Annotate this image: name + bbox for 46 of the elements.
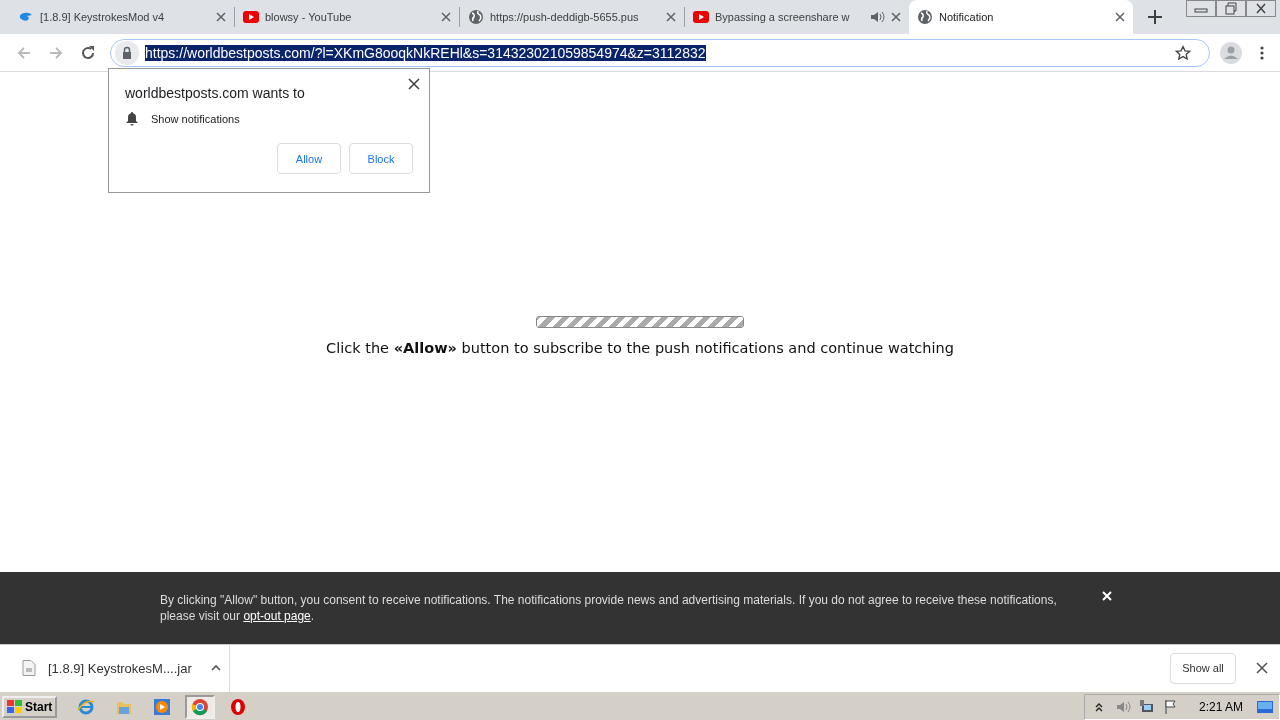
show-all-button[interactable]: Show all [1170,652,1236,684]
youtube-icon [243,9,259,25]
tab-title: https://push-deddigb-5655.pus [490,11,640,23]
popup-button[interactable]: Allow [277,143,341,174]
instruction-text: Click the «Allow» button to subscribe to the push notifications and continue watching [326,340,954,356]
url-text: https://worldbestposts.com/?l=XKmG8ooqkNkREHl&s=314323021059854974&z=3112832 [145,44,707,61]
permission-text: Show notifications [151,113,240,125]
start-button[interactable]: Start [2,695,58,718]
star-icon[interactable] [1175,44,1191,61]
browser-tab[interactable]: [1.8.9] KeystrokesMod v4 [10,0,234,34]
tab-title: [1.8.9] KeystrokesMod v4 [40,11,166,23]
profile-icon[interactable] [1220,41,1242,64]
globe-icon [917,9,933,25]
file-icon [22,660,36,676]
youtube-icon [693,9,709,25]
close-icon[interactable] [1246,0,1276,17]
opera-icon[interactable] [229,697,248,716]
close-icon[interactable] [407,77,421,91]
close-icon[interactable] [1256,662,1268,674]
browser-tab[interactable]: Notification [909,0,1133,34]
network-icon[interactable] [1138,698,1155,715]
browser-tab[interactable]: https://push-deddigb-5655.pus [460,0,684,34]
browser-e-icon[interactable] [77,697,96,716]
opt-out-link[interactable]: opt-out page [243,609,311,623]
flag-icon[interactable] [1162,698,1179,715]
chrome-icon[interactable] [191,697,210,716]
menu-icon[interactable] [1260,44,1264,61]
download-filename[interactable]: [1.8.9] KeystrokesM....jar [48,660,192,676]
globe-icon [468,9,484,25]
media-player-icon[interactable] [153,697,172,716]
popup-title: worldbestposts.com wants to [125,85,306,101]
speaker-icon[interactable] [869,9,885,25]
close-icon[interactable] [1115,12,1125,22]
consent-text: By clicking "Allow" button, you consent to receive notifications. The notifications provide news and advertising materials. If you do not agree to receive these notifications, please visit our opt-out page. [160,592,1058,624]
desktop-icon[interactable] [1257,698,1273,715]
bell-icon [125,111,139,127]
browser-tab[interactable]: Bypassing a screenshare w [685,0,909,34]
tab-title: Bypassing a screenshare w [715,11,851,23]
windows-icon [7,699,23,714]
restore-icon[interactable] [1216,0,1246,17]
browser-tab[interactable]: blowsy - YouTube [235,0,459,34]
tab-title: Notification [939,11,995,23]
popup-button[interactable]: Block [349,143,413,174]
minimize-icon[interactable] [1186,0,1216,17]
clock-text[interactable]: 2:21 AM [1198,699,1243,714]
tab-title: blowsy - YouTube [265,11,353,23]
